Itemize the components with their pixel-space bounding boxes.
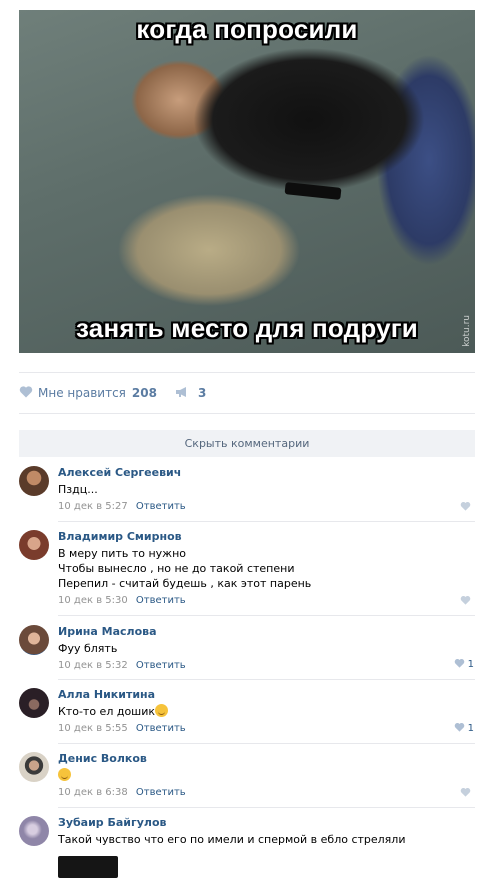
- comment-text: Пздц...: [58, 483, 98, 496]
- avatar[interactable]: [19, 530, 49, 560]
- post-image[interactable]: когда попросили занять место для подруги…: [19, 10, 475, 353]
- heart-icon: [19, 385, 38, 401]
- comment-text: В меру пить то нужно Чтобы вынесло , но …: [58, 546, 475, 591]
- like-label: Мне нравится: [38, 386, 126, 400]
- image-watermark: kotu.ru: [462, 315, 472, 347]
- comment-date[interactable]: 10 дек в 5:30: [58, 595, 128, 606]
- comment-author[interactable]: Алексей Сергеевич: [58, 466, 475, 480]
- comment-author[interactable]: Владимир Смирнов: [58, 530, 475, 544]
- heart-icon: [454, 722, 468, 735]
- laugh-emoji: [58, 768, 71, 781]
- heart-icon: [460, 787, 474, 800]
- comment-text-line: Чтобы вынесло , но не до такой степени: [58, 562, 295, 575]
- divider: [19, 372, 475, 373]
- comment-text: Кто-то ел дошик: [58, 704, 475, 719]
- share-button[interactable]: 3: [175, 386, 206, 401]
- comment-text: Такой чувство что его по имели и спермой…: [58, 833, 406, 846]
- reply-link[interactable]: Ответить: [136, 501, 186, 512]
- comment-date[interactable]: 10 дек в 6:38: [58, 787, 128, 798]
- comment-text-line: Кто-то ел дошик: [58, 705, 156, 718]
- comment-like-button[interactable]: 1: [454, 722, 474, 735]
- comment-like-button[interactable]: 1: [454, 658, 474, 671]
- like-button[interactable]: Мне нравится 208: [19, 385, 157, 401]
- divider: [19, 413, 475, 414]
- divider: [58, 743, 475, 744]
- share-count: 3: [197, 386, 207, 400]
- heart-icon: [454, 658, 468, 671]
- meme-caption-bottom: занять место для подруги: [76, 313, 418, 343]
- avatar[interactable]: [19, 466, 49, 496]
- comment-like-button[interactable]: [460, 787, 474, 800]
- comment-author[interactable]: Ирина Маслова: [58, 625, 475, 639]
- comment-text-line: Перепил - считай будешь , как этот парен…: [58, 577, 312, 590]
- avatar[interactable]: [19, 752, 49, 782]
- reply-link[interactable]: Ответить: [136, 660, 186, 671]
- reply-link[interactable]: Ответить: [136, 595, 186, 606]
- comment-author[interactable]: Алла Никитина: [58, 688, 475, 702]
- like-count: 208: [131, 386, 157, 400]
- meme-caption-top: когда попросили: [136, 14, 358, 44]
- heart-icon: [460, 595, 474, 608]
- hide-comments-button[interactable]: Скрыть комментарии: [19, 430, 475, 457]
- divider: [58, 679, 475, 680]
- divider: [58, 521, 475, 522]
- divider: [58, 807, 475, 808]
- reply-link[interactable]: Ответить: [136, 787, 186, 798]
- comment-attachment-thumbnail[interactable]: [58, 856, 118, 878]
- comment-like-button[interactable]: [460, 501, 474, 514]
- avatar[interactable]: [19, 688, 49, 718]
- avatar[interactable]: [19, 816, 49, 846]
- comment-author[interactable]: Денис Волков: [58, 752, 475, 766]
- comment-like-count: 1: [467, 659, 474, 670]
- comment-date[interactable]: 10 дек в 5:27: [58, 501, 128, 512]
- divider: [58, 615, 475, 616]
- smile-emoji: [155, 704, 169, 717]
- comment-date[interactable]: 10 дек в 5:32: [58, 660, 128, 671]
- comment-text: [58, 768, 475, 783]
- comment-text-line: В меру пить то нужно: [58, 547, 186, 560]
- comment-text: Фуу блять: [58, 642, 118, 655]
- remote-control-shape: [284, 182, 342, 200]
- megaphone-icon: [175, 386, 194, 401]
- comment-date[interactable]: 10 дек в 5:55: [58, 723, 128, 734]
- heart-icon: [460, 501, 474, 514]
- comment-author[interactable]: Зубаир Байгулов: [58, 816, 475, 830]
- comment-like-button[interactable]: [460, 595, 474, 608]
- post-actions: Мне нравится 208 3: [19, 384, 206, 402]
- avatar[interactable]: [19, 625, 49, 655]
- comment-like-count: 1: [467, 723, 474, 734]
- reply-link[interactable]: Ответить: [136, 723, 186, 734]
